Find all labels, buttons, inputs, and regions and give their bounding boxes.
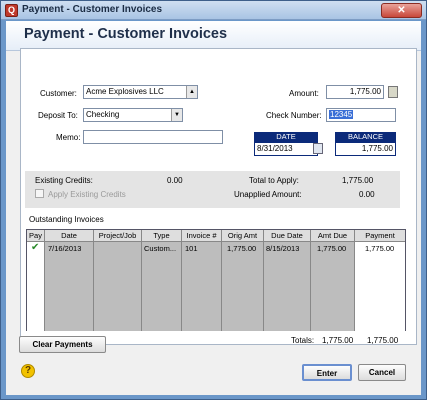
check-number-label: Check Number: [266, 111, 322, 120]
column-header-pay[interactable]: Pay [27, 230, 45, 242]
totals-payment: 1,775.00 [367, 336, 399, 345]
invoices-grid: Pay Date Project/Job Type Invoice # Orig… [26, 229, 406, 331]
outstanding-invoices-label: Outstanding Invoices [29, 215, 104, 224]
totals-amt-due: 1,775.00 [322, 336, 354, 345]
type-column [142, 242, 182, 331]
clear-payments-button[interactable]: Clear Payments [19, 336, 106, 353]
check-number-field[interactable]: 12345 [326, 108, 396, 122]
column-header-invoice[interactable]: Invoice # [182, 230, 222, 242]
help-icon[interactable]: ? [21, 364, 35, 378]
row-due-date: 8/15/2013 [266, 244, 300, 253]
column-header-orig-amt[interactable]: Orig Amt [222, 230, 264, 242]
window-title: Payment - Customer Invoices [22, 4, 163, 15]
amount-label: Amount: [289, 89, 319, 98]
totals-label: Totals: [291, 336, 315, 345]
date-box-header: DATE [254, 132, 318, 142]
row-payment[interactable]: 1,775.00 [365, 244, 394, 253]
payment-panel: Customer: Acme Explosives LLC ▲ Deposit … [20, 48, 417, 345]
calculator-icon[interactable] [388, 86, 398, 98]
title-bar[interactable]: Q Payment - Customer Invoices ✕ [1, 1, 426, 20]
column-header-project[interactable]: Project/Job [94, 230, 142, 242]
customer-field[interactable]: Acme Explosives LLC ▲ [83, 85, 198, 99]
row-orig-amt: 1,775.00 [227, 244, 257, 253]
total-to-apply-value: 1,775.00 [342, 176, 374, 185]
existing-credits-label: Existing Credits: [35, 176, 93, 185]
calendar-icon[interactable] [313, 143, 323, 154]
column-header-type[interactable]: Type [142, 230, 182, 242]
column-header-amt-due[interactable]: Amt Due [311, 230, 355, 242]
balance-value: 1,775.00 [361, 144, 393, 153]
customer-dropdown-icon[interactable]: ▲ [186, 86, 197, 98]
apply-credits-label: Apply Existing Credits [48, 190, 126, 199]
check-number-value: 12345 [329, 110, 354, 119]
project-column [94, 242, 142, 331]
amount-field[interactable]: 1,775.00 [326, 85, 384, 99]
form-title: Payment - Customer Invoices [24, 26, 228, 42]
pay-column [27, 242, 45, 331]
date-field[interactable]: 8/31/2013 [254, 142, 318, 156]
unapplied-amount-value: 0.00 [359, 190, 375, 199]
existing-credits-value: 0.00 [167, 176, 183, 185]
column-header-due-date[interactable]: Due Date [264, 230, 311, 242]
row-type: Custom... [144, 244, 177, 253]
due-date-column [264, 242, 311, 331]
deposit-select[interactable]: Checking ▼ [83, 108, 183, 122]
amt-due-column [311, 242, 355, 331]
memo-field[interactable] [83, 130, 223, 144]
balance-box-header: BALANCE [335, 132, 396, 142]
enter-button[interactable]: Enter [302, 364, 352, 381]
deposit-label: Deposit To: [38, 111, 78, 120]
row-amt-due: 1,775.00 [317, 244, 347, 253]
unapplied-amount-label: Unapplied Amount: [234, 190, 302, 199]
amount-value: 1,775.00 [349, 87, 381, 96]
deposit-value: Checking [86, 110, 120, 119]
pay-checkmark-icon[interactable]: ✔ [31, 242, 39, 253]
payment-window: Q Payment - Customer Invoices ✕ Payment … [0, 0, 427, 400]
apply-credits-checkbox[interactable] [35, 189, 44, 198]
dialog-body: Payment - Customer Invoices Customer: Ac… [6, 21, 421, 395]
column-header-date[interactable]: Date [45, 230, 94, 242]
date-column [45, 242, 94, 331]
memo-label: Memo: [56, 133, 81, 142]
row-invoice-number: 101 [185, 244, 198, 253]
close-button[interactable]: ✕ [381, 3, 422, 18]
cancel-button[interactable]: Cancel [358, 364, 406, 381]
customer-label: Customer: [40, 89, 77, 98]
column-header-payment[interactable]: Payment [355, 230, 405, 242]
invoice-column [182, 242, 222, 331]
chevron-down-icon[interactable]: ▼ [171, 109, 182, 121]
orig-amt-column [222, 242, 264, 331]
payment-column [355, 242, 405, 331]
total-to-apply-label: Total to Apply: [249, 176, 299, 185]
row-date: 7/16/2013 [48, 244, 82, 253]
form-header: Payment - Customer Invoices [6, 21, 421, 51]
balance-field: 1,775.00 [335, 142, 396, 156]
quickbooks-app-icon: Q [5, 4, 18, 17]
date-value: 8/31/2013 [257, 144, 293, 153]
customer-value: Acme Explosives LLC [86, 87, 164, 96]
